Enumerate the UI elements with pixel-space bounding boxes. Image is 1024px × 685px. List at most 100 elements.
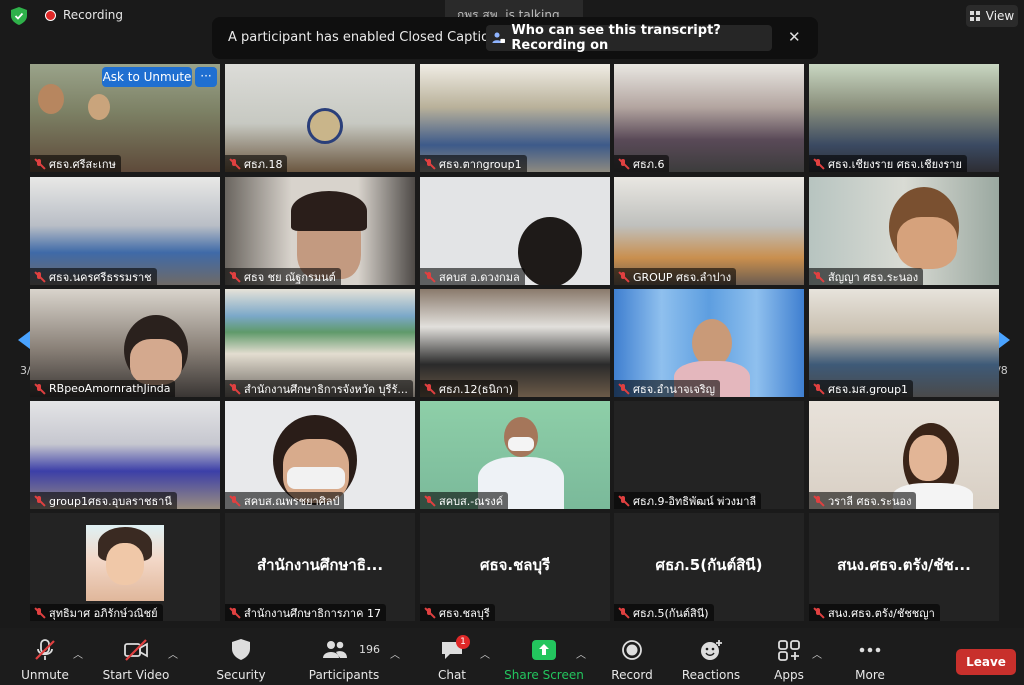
video-tile[interactable]: สำนักงานศึกษาธิ... สำนักงานศึกษาธิการภาค… [225, 513, 415, 621]
participant-name-tag: ศธจ.ชลบุรี [420, 604, 495, 621]
video-tile[interactable]: ศธจ.มส.group1 [809, 289, 999, 397]
chat-options-caret-icon[interactable]: ︿ [480, 646, 490, 661]
video-tile[interactable]: ศธภ.6 [614, 64, 804, 172]
banner-message: A participant has enabled Closed Caption… [228, 30, 518, 45]
apps-grid-icon [778, 640, 800, 661]
video-tile[interactable]: สคบส.ณพรชยาศิลป์ [225, 401, 415, 509]
video-tile[interactable]: สัญญา ศธจ.ระนอง [809, 177, 999, 285]
participant-name-tag: group1ศธจ.อุบลราชธานี [30, 492, 177, 509]
security-shield-icon[interactable] [11, 7, 27, 25]
transcript-visibility-button[interactable]: Who can see this transcript? Recording o… [486, 23, 772, 53]
view-button[interactable]: View [966, 5, 1018, 27]
unmute-label: Unmute [21, 668, 69, 682]
video-tile[interactable]: สนง.ศธจ.ตรัง/ชัช... สนง.ศธจ.ตรัง/ชัชชญา [809, 513, 999, 621]
unmute-button[interactable]: Unmute [14, 628, 76, 685]
close-banner-icon[interactable]: ✕ [788, 28, 801, 46]
participant-name-tag: สคบส.-ณรงค์ [420, 492, 509, 509]
share-screen-button[interactable]: Share Screen [504, 628, 584, 685]
video-tile[interactable]: สุทธิมาศ อภิรักษ์วณิชย์ [30, 513, 220, 621]
video-tile[interactable]: ศธจ ชย ณัฐกรมนต์ [225, 177, 415, 285]
participant-name-tag: ศธภ.18 [225, 155, 288, 172]
participant-name-tag: สำนักงานศึกษาธิการภาค 17 [225, 604, 386, 621]
start-video-label: Start Video [102, 668, 170, 682]
ask-to-unmute-button[interactable]: Ask to Unmute [102, 67, 192, 87]
reactions-emoji-icon [701, 640, 722, 660]
record-icon [622, 640, 642, 660]
muted-mic-icon [423, 158, 435, 170]
video-tile[interactable]: สำนักงานศึกษาธิการจังหวัด บุรีรั... [225, 289, 415, 397]
record-label: Record [611, 668, 653, 682]
chat-button[interactable]: 1 Chat [428, 628, 476, 685]
audio-options-caret-icon[interactable]: ︿ [73, 646, 83, 661]
participant-name-tag: สคบส อ.ดวงกมล [420, 268, 525, 285]
muted-mic-icon [228, 158, 240, 170]
apps-label: Apps [774, 668, 804, 682]
tile-more-options-button[interactable]: ··· [195, 67, 217, 87]
muted-microphone-icon [35, 639, 55, 660]
muted-mic-icon [423, 271, 435, 283]
video-tile[interactable]: ศธภ.18 [225, 64, 415, 172]
video-tile[interactable]: วราลี ศธจ.ระนอง [809, 401, 999, 509]
participant-name-tag: GROUP ศธจ.ลำปาง [614, 268, 737, 285]
chat-label: Chat [437, 668, 467, 682]
participant-display-name: สนง.ศธจ.ตรัง/ชัช... [837, 556, 971, 574]
user-lock-icon [492, 32, 505, 44]
muted-mic-icon [33, 158, 45, 170]
muted-mic-icon [617, 158, 629, 170]
chat-unread-badge: 1 [456, 635, 470, 649]
participant-name-tag: ศธจ.อำนาจเจริญ [614, 380, 721, 397]
video-tile[interactable]: สคบส อ.ดวงกมล [420, 177, 610, 285]
muted-mic-icon [423, 495, 435, 507]
video-tile[interactable]: สคบส.-ณรงค์ [420, 401, 610, 509]
participant-name-tag: ศธจ.มส.group1 [809, 380, 914, 397]
leave-meeting-button[interactable]: Leave [956, 649, 1016, 675]
video-tile[interactable]: ศธภ.5(กันต์สินี) ศธภ.5(กันต์สินี) [614, 513, 804, 621]
participant-display-name: สำนักงานศึกษาธิ... [256, 556, 384, 574]
muted-mic-icon [617, 383, 629, 395]
participant-name-tag: ศธภ.5(กันต์สินี) [614, 604, 714, 621]
muted-mic-icon [228, 271, 240, 283]
video-tile[interactable]: group1ศธจ.อุบลราชธานี [30, 401, 220, 509]
share-options-caret-icon[interactable]: ︿ [576, 646, 586, 661]
view-label: View [985, 9, 1015, 23]
video-tile[interactable]: ศธจ.อำนาจเจริญ [614, 289, 804, 397]
security-label: Security [216, 668, 266, 682]
more-button[interactable]: More [846, 628, 894, 685]
video-tile[interactable]: ศธจ.เชียงราย ศธจ.เชียงราย [809, 64, 999, 172]
share-screen-icon [532, 640, 556, 660]
apps-options-caret-icon[interactable]: ︿ [812, 646, 822, 661]
muted-mic-icon [423, 383, 435, 395]
transcript-visibility-label: Who can see this transcript? Recording o… [511, 23, 721, 53]
apps-button[interactable]: Apps [766, 628, 812, 685]
participant-name-tag: ศธจ.ตากgroup1 [420, 155, 527, 172]
muted-mic-icon [617, 607, 629, 619]
record-button[interactable]: Record [606, 628, 658, 685]
participant-name-tag: สัญญา ศธจ.ระนอง [809, 268, 924, 285]
video-tile[interactable]: ศธภ.9-อิทธิพัฒน์ พ่วงมาลี [614, 401, 804, 509]
participant-display-name: ศธภ.5(กันต์สินี) [655, 556, 763, 574]
video-tile[interactable]: RBpeoAmornrathJinda [30, 289, 220, 397]
video-tile[interactable]: ศธจ.ตากgroup1 [420, 64, 610, 172]
more-dots-icon [859, 647, 881, 653]
video-tile[interactable]: ศธจ.นครศรีธรรมราช [30, 177, 220, 285]
muted-mic-icon [228, 383, 240, 395]
recording-label[interactable]: Recording [63, 8, 123, 22]
security-shield-icon [232, 639, 250, 660]
start-video-button[interactable]: Start Video [102, 628, 170, 685]
participant-display-name: ศธจ.ชลบุรี [479, 556, 551, 574]
reactions-button[interactable]: Reactions [680, 628, 742, 685]
muted-mic-icon [33, 495, 45, 507]
participants-options-caret-icon[interactable]: ︿ [390, 646, 400, 661]
more-label: More [855, 668, 885, 682]
video-tile[interactable]: GROUP ศธจ.ลำปาง [614, 177, 804, 285]
security-button[interactable]: Security [212, 628, 270, 685]
muted-mic-icon [228, 607, 240, 619]
participant-name-tag: วราลี ศธจ.ระนอง [809, 492, 917, 509]
video-tile[interactable]: ศธภ.12(ธนิกา) [420, 289, 610, 397]
participant-name-tag: ศธจ.ศรีสะเกษ [30, 155, 121, 172]
video-tile[interactable]: ศธจ.ชลบุรี ศธจ.ชลบุรี [420, 513, 610, 621]
muted-mic-icon [33, 383, 45, 395]
participants-button[interactable]: 196 Participants [306, 628, 382, 685]
muted-mic-icon [812, 383, 824, 395]
video-options-caret-icon[interactable]: ︿ [168, 646, 178, 661]
